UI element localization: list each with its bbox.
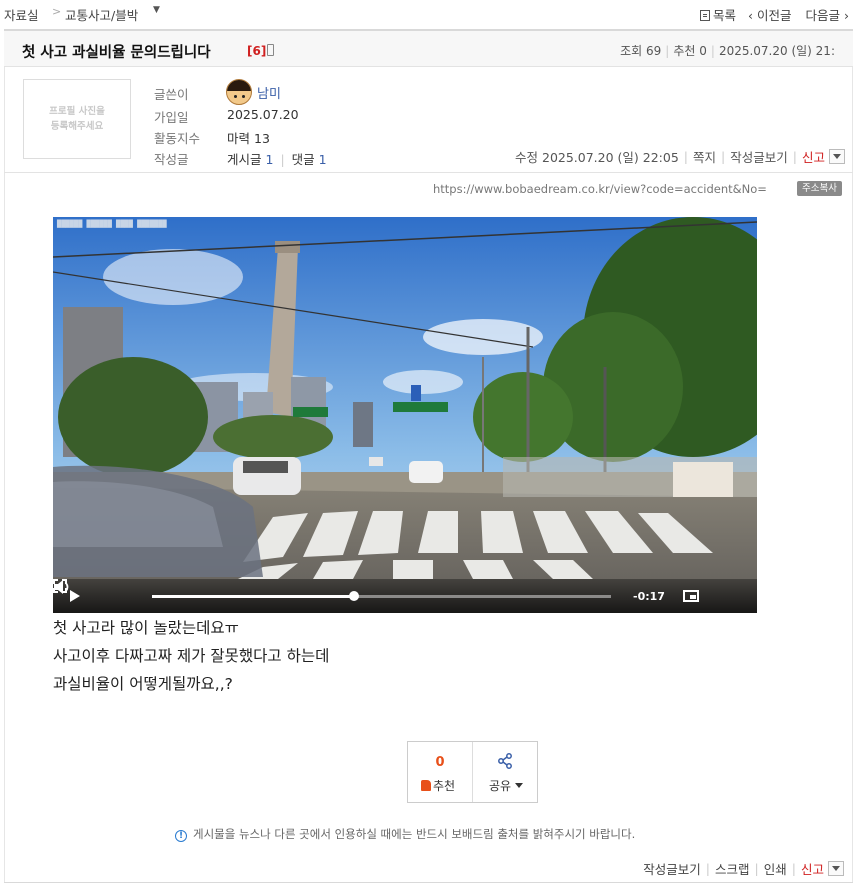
comments-link[interactable]: 댓글 <box>292 152 315 167</box>
picture-in-picture-icon[interactable] <box>683 590 699 602</box>
fullscreen-icon[interactable] <box>53 579 67 593</box>
info-icon: ! <box>175 830 187 842</box>
post-title-bar: 첫 사고 과실비율 문의드립니다 [6] 조회 69 | 추천 0 | 2025.07.… <box>4 29 853 67</box>
prev-post-link[interactable]: ‹ 이전글 <box>748 5 791 24</box>
report-link[interactable]: 신고 <box>802 147 825 166</box>
breadcrumb-category[interactable]: 교통사고/블박 <box>65 5 138 24</box>
activity-value: 마력 13 <box>227 128 270 147</box>
share-label: 공유 <box>489 779 512 793</box>
author-name[interactable]: 남미 <box>257 83 281 102</box>
breadcrumb-separator: > <box>52 5 62 18</box>
recommend-label: 추천 <box>433 779 456 793</box>
activity-label: 활동지수 <box>154 131 201 146</box>
video-controls: -0:17 <box>53 579 757 613</box>
list-button[interactable]: 목록 <box>700 5 736 24</box>
thumbs-up-icon <box>421 780 431 791</box>
frame-right <box>852 67 853 883</box>
share-icon <box>498 753 512 769</box>
author-label: 글쓴이 <box>154 87 189 102</box>
video-progress-fill <box>152 595 354 598</box>
views-label: 조회 <box>620 44 643 58</box>
next-post-link[interactable]: 다음글 › <box>806 5 849 24</box>
profile-placeholder-line1: 프로필 사진을 <box>49 106 105 117</box>
post-body: 첫 사고라 많이 놀랐는데요ㅠ 사고이후 다짜고짜 제가 잘못했다고 하는데 과… <box>53 614 329 698</box>
more-dropdown-icon[interactable] <box>828 861 844 876</box>
avatar[interactable] <box>226 79 252 105</box>
activity-kind: 마력 <box>227 131 251 146</box>
post-meta: 조회 69 | 추천 0 | 2025.07.20 (일) 21: <box>620 44 835 58</box>
citation-notice: ! 게시물을 뉴스나 다른 곳에서 인용하실 때에는 반드시 보배드림 출처를 밝… <box>175 826 635 842</box>
copy-url-button[interactable]: 주소복사 <box>797 181 842 196</box>
print-link[interactable]: 인쇄 <box>764 859 787 878</box>
divider <box>4 882 853 883</box>
frame-left <box>4 67 5 883</box>
join-label: 가입일 <box>154 110 189 125</box>
written-label: 작성글 <box>154 152 189 167</box>
list-label: 목록 <box>713 8 737 23</box>
video-frame: ██████ ██████ ████ ███████ <box>53 217 757 613</box>
scrap-link[interactable]: 스크랩 <box>715 859 750 878</box>
top-nav: 자료실 > 교통사고/블박 ▼ 목록 ‹ 이전글 다음글 › <box>0 0 857 26</box>
comment-count-badge[interactable]: [6] <box>247 44 266 58</box>
video-progress-knob[interactable] <box>348 591 359 601</box>
body-line: 첫 사고라 많이 놀랐는데요ㅠ <box>53 619 239 637</box>
list-icon <box>700 10 711 21</box>
posts-count[interactable]: 1 <box>266 152 274 167</box>
rec-label: 추천 <box>673 44 696 58</box>
edited-date: 수정 2025.07.20 (일) 22:05 <box>515 150 679 165</box>
video-time-remaining: -0:17 <box>633 590 665 603</box>
note-link[interactable]: 쪽지 <box>693 147 716 166</box>
post-date: 2025.07.20 (일) 21: <box>718 44 835 58</box>
rec-count: 0 <box>699 44 707 58</box>
profile-placeholder: 프로필 사진을등록해주세요 <box>23 79 131 159</box>
profile-placeholder-line2: 등록해주세요 <box>50 121 104 132</box>
author-box: 프로필 사진을등록해주세요 글쓴이 남미 가입일 2025.07.20 활동지수… <box>4 67 853 173</box>
join-date: 2025.07.20 <box>227 107 299 122</box>
mobile-icon <box>267 44 274 56</box>
post-title: 첫 사고 과실비율 문의드립니다 <box>22 45 211 61</box>
view-posts-link[interactable]: 작성글보기 <box>643 859 701 878</box>
written-values: 게시글 1 | 댓글 1 <box>227 152 327 167</box>
recommend-label-wrap: 추천 <box>421 777 455 794</box>
activity-number: 13 <box>254 131 270 146</box>
report-link[interactable]: 신고 <box>801 859 824 878</box>
edit-line: 수정 2025.07.20 (일) 22:05 | 쪽지 | 작성글보기 | 신고 <box>515 147 845 166</box>
video-progress-bar[interactable] <box>152 591 611 601</box>
caret-down-icon <box>515 783 524 788</box>
video-player[interactable]: ██████ ██████ ████ ███████ -0:17 <box>53 217 757 613</box>
post-nav: 목록 ‹ 이전글 다음글 › <box>700 5 849 24</box>
recommend-share-box: 0 추천 공유 <box>407 741 538 803</box>
share-button[interactable]: 공유 <box>473 742 537 802</box>
comments-count[interactable]: 1 <box>319 152 327 167</box>
view-posts-link[interactable]: 작성글보기 <box>730 147 788 166</box>
body-line: 사고이후 다짜고짜 제가 잘못했다고 하는데 <box>53 647 330 665</box>
bottom-links: 작성글보기 | 스크랩 | 인쇄 | 신고 <box>643 859 844 878</box>
svg-text:██████ ██████ ████ ███████: ██████ ██████ ████ ███████ <box>56 219 167 228</box>
post-url: https://www.bobaedream.co.kr/view?code=a… <box>433 182 767 196</box>
recommend-count: 0 <box>435 755 445 770</box>
share-label-wrap: 공유 <box>489 777 524 794</box>
caret-down-icon[interactable]: ▼ <box>153 5 160 15</box>
recommend-button[interactable]: 0 추천 <box>408 742 473 802</box>
views-count: 69 <box>646 44 662 58</box>
body-line: 과실비율이 어떻게될까요,,? <box>53 675 233 693</box>
breadcrumb-root[interactable]: 자료실 <box>4 5 39 24</box>
notice-text: 게시물을 뉴스나 다른 곳에서 인용하실 때에는 반드시 보배드림 출처를 밝혀… <box>193 827 636 841</box>
posts-link[interactable]: 게시글 <box>227 152 262 167</box>
more-dropdown-icon[interactable] <box>829 149 845 164</box>
